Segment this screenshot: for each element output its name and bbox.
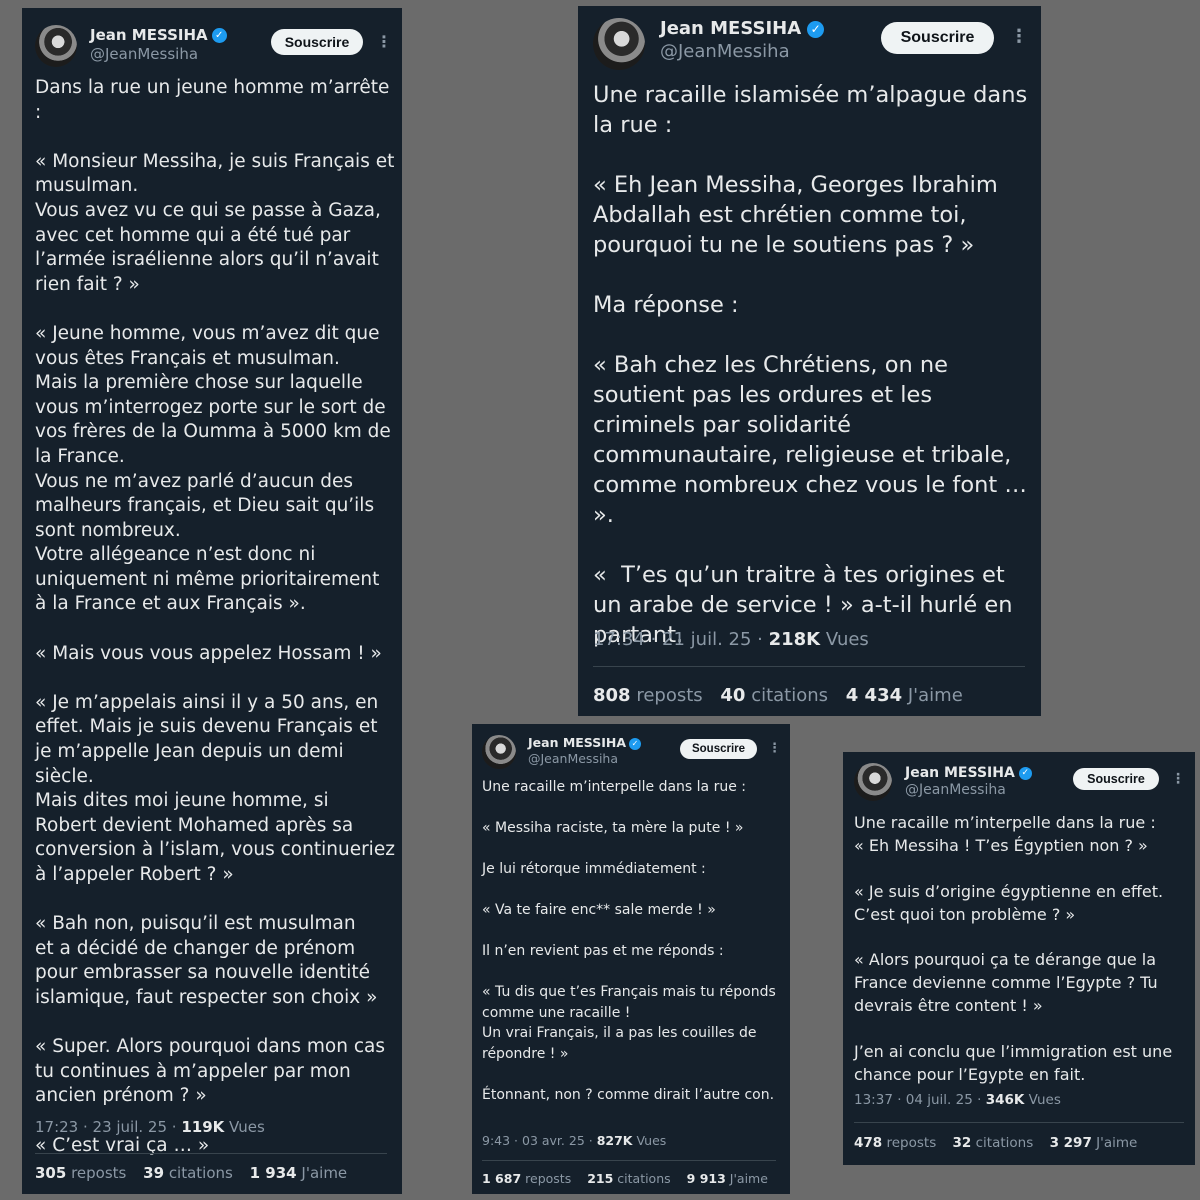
divider: [593, 666, 1025, 667]
likes-count: 3 297: [1049, 1135, 1092, 1151]
reposts-count: 1 687: [482, 1171, 522, 1186]
tweet-card: Jean MESSIHA ✓ @JeanMessiha Souscrire ⋮ U…: [578, 6, 1041, 716]
avatar[interactable]: [593, 18, 645, 70]
author-name-text[interactable]: Jean MESSIHA: [528, 735, 626, 750]
tweet-timestamp[interactable]: 9:43 · 03 avr. 25 ·: [482, 1133, 597, 1148]
views-label: Vues: [820, 629, 869, 650]
subscribe-button[interactable]: Souscrire: [271, 29, 363, 55]
view-count: 119K: [181, 1118, 225, 1136]
tweet-meta: 9:43 · 03 avr. 25 · 827K Vues: [482, 1133, 666, 1148]
reposts-stat[interactable]: 478 reposts: [854, 1135, 936, 1151]
likes-stat[interactable]: 3 297 J'aime: [1050, 1135, 1138, 1151]
more-vertical-icon[interactable]: ⋮: [1010, 26, 1028, 47]
likes-stat[interactable]: 4 434 J'aime: [846, 685, 963, 706]
author-name-text[interactable]: Jean MESSIHA: [90, 26, 208, 44]
view-count: 218K: [768, 629, 821, 650]
author-name[interactable]: Jean MESSIHA ✓: [90, 26, 227, 44]
quotes-stat[interactable]: 32 citations: [953, 1135, 1034, 1151]
verified-badge-icon: ✓: [807, 20, 825, 38]
more-vertical-icon[interactable]: ⋮: [376, 32, 392, 51]
quotes-label: citations: [168, 1164, 233, 1182]
reposts-label: reposts: [886, 1135, 937, 1151]
quotes-count: 215: [587, 1171, 614, 1186]
author-handle[interactable]: @JeanMessiha: [90, 45, 198, 63]
likes-label: J'aime: [729, 1171, 768, 1186]
subscribe-button[interactable]: Souscrire: [1073, 768, 1159, 790]
verified-badge-icon: ✓: [211, 28, 227, 43]
tweet-card: Jean MESSIHA ✓ @JeanMessiha Souscrire ⋮ D…: [22, 8, 402, 1194]
reposts-stat[interactable]: 1 687 reposts: [482, 1171, 571, 1186]
author-handle[interactable]: @JeanMessiha: [528, 751, 618, 766]
engagement-stats: 1 687 reposts 215 citations 9 913 J'aime: [482, 1171, 780, 1186]
reposts-count: 305: [35, 1164, 67, 1182]
engagement-stats: 478 reposts 32 citations 3 297 J'aime: [854, 1135, 1149, 1151]
divider: [35, 1153, 387, 1154]
avatar[interactable]: [854, 763, 892, 801]
more-vertical-icon[interactable]: ⋮: [1171, 771, 1185, 787]
tweet-text: Une racaille m’interpelle dans la rue : …: [482, 779, 776, 1103]
reposts-count: 478: [854, 1135, 883, 1151]
likes-count: 9 913: [686, 1171, 726, 1186]
reposts-label: reposts: [71, 1164, 127, 1182]
tweet-text: Dans la rue un jeune homme m’arrête : « …: [35, 77, 395, 1156]
views-label: Vues: [632, 1133, 667, 1148]
likes-label: J'aime: [301, 1164, 348, 1182]
views-label: Vues: [1024, 1092, 1061, 1108]
quotes-stat[interactable]: 215 citations: [587, 1171, 670, 1186]
tweet-card: Jean MESSIHA ✓ @JeanMessiha Souscrire ⋮ U…: [843, 752, 1195, 1165]
author-handle[interactable]: @JeanMessiha: [905, 782, 1006, 798]
view-count: 346K: [985, 1092, 1025, 1108]
tweet-timestamp[interactable]: 13:37 · 04 juil. 25 ·: [854, 1092, 986, 1108]
divider: [854, 1122, 1184, 1123]
verified-badge-icon: ✓: [629, 737, 642, 750]
author-name[interactable]: Jean MESSIHA ✓: [660, 18, 825, 39]
quotes-stat[interactable]: 40 citations: [720, 685, 828, 706]
reposts-label: reposts: [525, 1171, 572, 1186]
reposts-count: 808: [593, 685, 631, 706]
quotes-count: 39: [143, 1164, 165, 1182]
author-name[interactable]: Jean MESSIHA ✓: [905, 765, 1032, 781]
verified-badge-icon: ✓: [1018, 766, 1032, 780]
divider: [482, 1160, 776, 1161]
likes-count: 1 934: [249, 1164, 297, 1182]
author-name-text[interactable]: Jean MESSIHA: [905, 765, 1015, 781]
avatar[interactable]: [482, 735, 516, 769]
tweet-meta: 17:23 · 23 juil. 25 · 119K Vues: [35, 1118, 265, 1136]
tweet-card: Jean MESSIHA ✓ @JeanMessiha Souscrire ⋮ U…: [472, 724, 790, 1194]
quotes-stat[interactable]: 39 citations: [143, 1164, 233, 1182]
author-handle[interactable]: @JeanMessiha: [660, 41, 790, 62]
more-vertical-icon[interactable]: ⋮: [768, 741, 781, 756]
reposts-stat[interactable]: 305 reposts: [35, 1164, 126, 1182]
author-name[interactable]: Jean MESSIHA ✓: [528, 735, 642, 750]
reposts-stat[interactable]: 808 reposts: [593, 685, 703, 706]
likes-stat[interactable]: 9 913 J'aime: [687, 1171, 768, 1186]
view-count: 827K: [596, 1133, 633, 1148]
engagement-stats: 305 reposts 39 citations 1 934 J'aime: [35, 1164, 359, 1182]
tweet-text: Une racaille islamisée m’alpague dans la…: [593, 82, 1028, 648]
subscribe-button[interactable]: Souscrire: [680, 739, 757, 759]
reposts-label: reposts: [636, 685, 703, 706]
likes-label: J'aime: [907, 685, 963, 706]
engagement-stats: 808 reposts 40 citations 4 434 J'aime: [593, 685, 975, 706]
tweet-timestamp[interactable]: 17:23 · 23 juil. 25 ·: [35, 1118, 181, 1136]
quotes-count: 40: [720, 685, 746, 706]
quotes-label: citations: [975, 1135, 1034, 1151]
likes-label: J'aime: [1096, 1135, 1138, 1151]
quotes-label: citations: [617, 1171, 671, 1186]
quotes-count: 32: [952, 1135, 972, 1151]
avatar[interactable]: [35, 25, 77, 67]
likes-count: 4 434: [845, 685, 903, 706]
likes-stat[interactable]: 1 934 J'aime: [250, 1164, 348, 1182]
tweet-meta: 17:34 · 21 juil. 25 · 218K Vues: [593, 629, 869, 650]
tweet-meta: 13:37 · 04 juil. 25 · 346K Vues: [854, 1092, 1061, 1108]
views-label: Vues: [224, 1118, 265, 1136]
tweet-timestamp[interactable]: 17:34 · 21 juil. 25 ·: [593, 629, 769, 650]
subscribe-button[interactable]: Souscrire: [881, 22, 994, 54]
author-name-text[interactable]: Jean MESSIHA: [660, 18, 801, 39]
tweet-text: Une racaille m’interpelle dans la rue : …: [854, 813, 1173, 1084]
quotes-label: citations: [751, 685, 829, 706]
